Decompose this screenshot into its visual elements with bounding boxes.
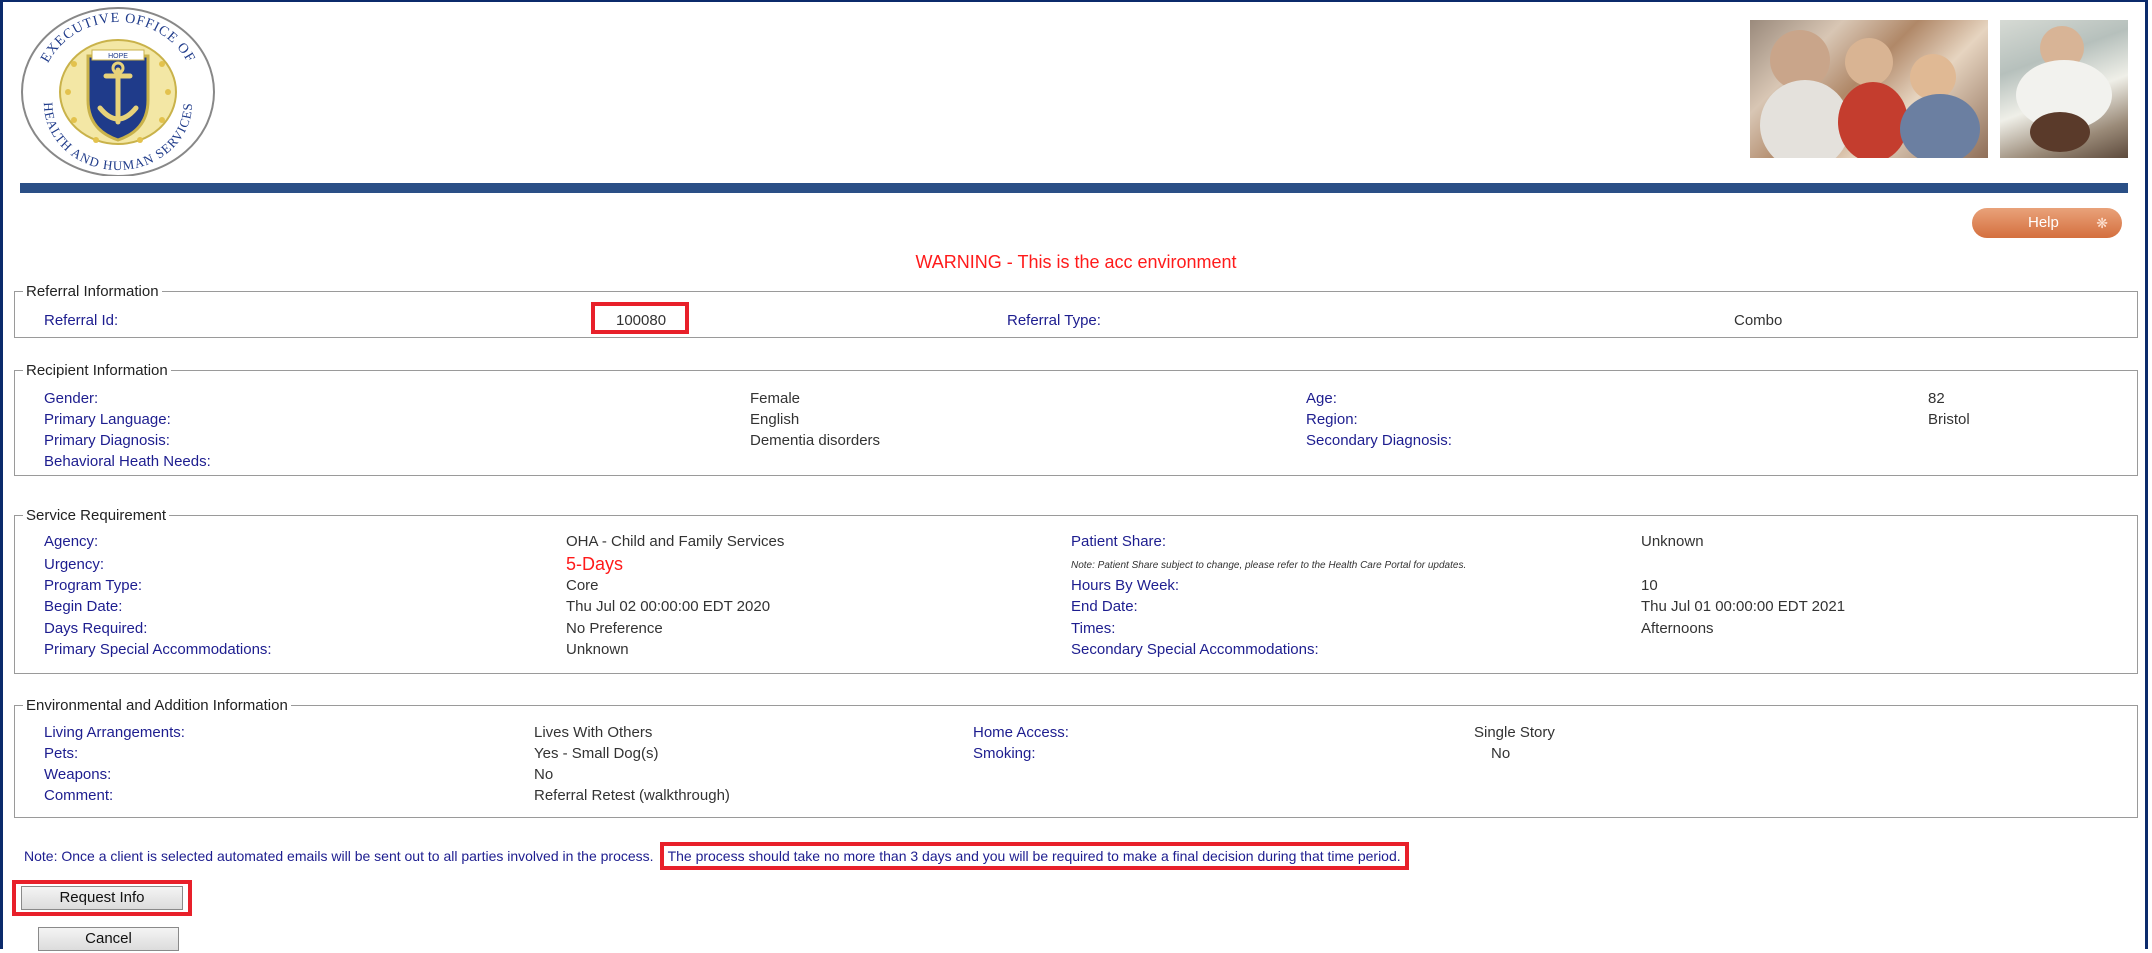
living-arrangements-value: Lives With Others <box>534 724 653 741</box>
request-info-button[interactable]: Request Info <box>21 886 183 910</box>
urgency-label: Urgency: <box>44 556 105 573</box>
referral-id-label: Referral Id: <box>44 312 119 329</box>
times-label: Times: <box>1071 620 1116 637</box>
program-type-value: Core <box>566 577 599 594</box>
days-required-value: No Preference <box>566 620 663 637</box>
smoking-value: No <box>1491 745 1511 762</box>
cancel-button[interactable]: Cancel <box>38 927 179 951</box>
comment-label: Comment: <box>44 787 114 804</box>
recipient-information-section: Recipient Information <box>14 362 2138 476</box>
primary-special-accommodations-label: Primary Special Accommodations: <box>44 641 272 658</box>
age-label: Age: <box>1306 390 1337 407</box>
gender-label: Gender: <box>44 390 99 407</box>
referral-id-highlight <box>591 302 689 334</box>
referral-information-legend: Referral Information <box>26 283 159 300</box>
patient-share-value: Unknown <box>1641 533 1704 550</box>
end-date-value: Thu Jul 01 00:00:00 EDT 2021 <box>1641 598 1846 615</box>
gender-value: Female <box>750 390 801 407</box>
weapons-value: No <box>534 766 554 783</box>
patient-share-note: Note: Patient Share subject to change, p… <box>1071 560 1467 571</box>
seal-banner-text: HOPE <box>108 53 128 60</box>
primary-special-accommodations-value: Unknown <box>566 641 629 658</box>
begin-date-label: Begin Date: <box>44 598 123 615</box>
primary-language-label: Primary Language: <box>44 411 171 428</box>
age-value: 82 <box>1928 390 1945 407</box>
doctor-examining-patient-photo <box>2000 20 2128 158</box>
agency-value: OHA - Child and Family Services <box>566 533 785 550</box>
hours-by-week-value: 10 <box>1641 577 1658 594</box>
header-divider-bar <box>20 183 2128 193</box>
living-arrangements-label: Living Arrangements: <box>44 724 185 741</box>
process-note: Note: Once a client is selected automate… <box>24 842 1409 870</box>
environmental-information-section: Environmental and Addition Information <box>14 697 2138 818</box>
process-note-prefix: Note: Once a client is selected automate… <box>24 848 654 864</box>
help-button[interactable]: Help ❋ <box>1972 208 2122 238</box>
region-label: Region: <box>1306 411 1358 428</box>
environment-warning: WARNING - This is the acc environment <box>915 252 1237 272</box>
behavioral-health-needs-label: Behavioral Heath Needs: <box>44 453 211 470</box>
end-date-label: End Date: <box>1071 598 1138 615</box>
pets-value: Yes - Small Dog(s) <box>534 745 659 762</box>
eohhs-seal-logo: HOPE EXECUTIVE OFFICE OF HEALTH AND HUMA… <box>21 7 215 176</box>
environmental-information-legend: Environmental and Addition Information <box>26 697 288 714</box>
hours-by-week-label: Hours By Week: <box>1071 577 1180 594</box>
doctor-with-children-photo <box>1750 20 1988 158</box>
referral-information-section: Referral Information <box>14 283 2138 338</box>
region-value: Bristol <box>1928 411 1970 428</box>
primary-language-value: English <box>750 411 800 428</box>
primary-diagnosis-value: Dementia disorders <box>750 432 881 449</box>
process-note-highlight: The process should take no more than 3 d… <box>659 842 1409 870</box>
header-photos <box>1750 20 2128 158</box>
primary-diagnosis-label: Primary Diagnosis: <box>44 432 170 449</box>
days-required-label: Days Required: <box>44 620 148 637</box>
secondary-diagnosis-label: Secondary Diagnosis: <box>1306 432 1452 449</box>
secondary-special-accommodations-label: Secondary Special Accommodations: <box>1071 641 1319 658</box>
begin-date-value: Thu Jul 02 00:00:00 EDT 2020 <box>566 598 771 615</box>
comment-value: Referral Retest (walkthrough) <box>534 787 730 804</box>
help-label: Help <box>2028 214 2059 231</box>
agency-label: Agency: <box>44 533 99 550</box>
times-value: Afternoons <box>1641 620 1714 637</box>
urgency-value: 5-Days <box>566 554 624 574</box>
weapons-label: Weapons: <box>44 766 112 783</box>
service-requirement-legend: Service Requirement <box>26 507 167 524</box>
home-access-label: Home Access: <box>973 724 1069 741</box>
home-access-value: Single Story <box>1474 724 1555 741</box>
recipient-information-legend: Recipient Information <box>26 362 168 379</box>
referral-type-value: Combo <box>1734 312 1783 329</box>
referral-type-label: Referral Type: <box>1007 312 1101 329</box>
smoking-label: Smoking: <box>973 745 1036 762</box>
program-type-label: Program Type: <box>44 577 143 594</box>
pets-label: Pets: <box>44 745 79 762</box>
patient-share-label: Patient Share: <box>1071 533 1167 550</box>
help-icon: ❋ <box>2096 215 2108 231</box>
